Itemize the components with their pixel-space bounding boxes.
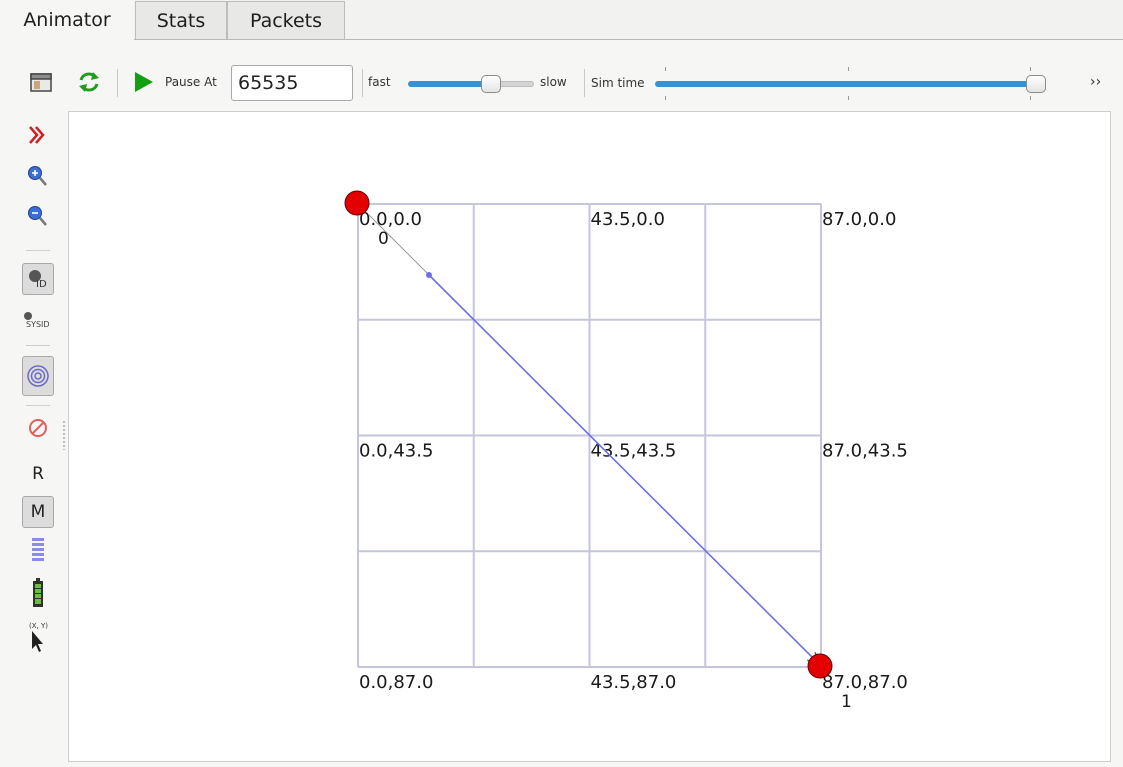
sim-time-tick — [1030, 67, 1031, 71]
side-toolbar-separator — [26, 250, 50, 251]
sim-time-tick — [848, 67, 849, 71]
node-id-label: 1 — [841, 692, 852, 712]
grid-coordinate-label: 0.0,0.0 — [359, 209, 422, 230]
grid-coordinate-label: 87.0,0.0 — [822, 209, 896, 230]
wireless-circles-icon[interactable] — [22, 356, 54, 396]
side-toolbar: ID SYSID R M (X, Y) — [14, 115, 64, 765]
routing-table-icon[interactable] — [22, 534, 54, 566]
grid-coordinate-label: 43.5,0.0 — [591, 209, 665, 230]
sim-time-slider[interactable] — [655, 67, 1046, 101]
show-mac-button[interactable]: M — [22, 496, 54, 528]
node-sysid-icon-text: SYSID — [26, 320, 50, 329]
reload-icon[interactable] — [76, 69, 102, 95]
grid-coordinate-label: 0.0,43.5 — [359, 441, 433, 462]
speed-fast-label: fast — [368, 75, 391, 89]
toolbar-separator — [584, 69, 585, 97]
toolbar-overflow-icon[interactable]: ›› — [1090, 74, 1101, 90]
tab-bar: Animator Stats Packets — [0, 0, 1123, 41]
mouse-position-icon[interactable]: (X, Y) — [22, 619, 54, 657]
sim-time-tick — [665, 67, 666, 71]
no-entry-icon[interactable] — [22, 413, 54, 445]
tab-stats[interactable]: Stats — [135, 1, 227, 39]
node-id-label: 0 — [378, 229, 389, 249]
sim-time-slider-fill — [655, 81, 1035, 87]
toolbar-separator — [117, 69, 118, 97]
battery-icon[interactable] — [22, 576, 54, 608]
grid-coordinate-label: 43.5,87.0 — [591, 672, 677, 693]
sim-time-tick — [1030, 96, 1031, 100]
zoom-out-icon[interactable] — [22, 201, 54, 233]
grid-coordinate-label: 87.0,87.0 — [822, 672, 908, 693]
sim-time-tick — [665, 96, 666, 100]
toolbar-separator — [362, 69, 363, 97]
speed-slider-fill — [408, 81, 486, 87]
sim-time-tick — [848, 96, 849, 100]
node-1[interactable] — [807, 653, 833, 679]
mouse-position-icon-text: (X, Y) — [29, 622, 48, 630]
speed-slider[interactable] — [408, 74, 538, 94]
grid-labels: 0.0,0.0 43.5,0.0 87.0,0.0 0.0,43.5 43.5,43.5… — [359, 209, 908, 693]
tab-packets[interactable]: Packets — [227, 1, 345, 39]
chevron-right-double-icon[interactable] — [22, 121, 54, 153]
node-0[interactable] — [344, 190, 370, 216]
splitter-grip[interactable] — [62, 420, 66, 450]
sim-time-label: Sim time — [591, 76, 645, 90]
side-toolbar-separator — [26, 405, 50, 406]
side-toolbar-separator — [26, 345, 50, 346]
pause-at-label: Pause At — [165, 75, 217, 89]
pause-at-input[interactable] — [231, 65, 353, 101]
packet-arrow — [428, 274, 818, 663]
animator-toolbar: Pause At fast slow Sim time ›› — [0, 41, 1123, 111]
node-id-icon[interactable]: ID — [22, 263, 54, 295]
sim-time-slider-handle[interactable] — [1026, 75, 1046, 93]
grid-coordinate-label: 0.0,87.0 — [359, 672, 433, 693]
speed-slider-handle[interactable] — [481, 75, 501, 93]
grid-coordinate-label: 43.5,43.5 — [591, 441, 677, 462]
packet-dot — [426, 272, 432, 278]
packet-layer — [368, 214, 818, 663]
open-trace-icon[interactable] — [28, 69, 54, 95]
node-sysid-icon[interactable]: SYSID — [22, 307, 54, 339]
node-id-icon-text: ID — [36, 279, 47, 290]
speed-slow-label: slow — [540, 75, 567, 89]
network-scene: 0.0,0.0 43.5,0.0 87.0,0.0 0.0,43.5 43.5,43.5… — [344, 190, 908, 712]
show-ipv4-button[interactable]: R — [22, 459, 54, 491]
play-icon[interactable] — [131, 69, 157, 95]
zoom-in-icon[interactable] — [22, 161, 54, 193]
grid-coordinate-label: 87.0,43.5 — [822, 441, 908, 462]
animator-canvas[interactable]: 0.0,0.0 43.5,0.0 87.0,0.0 0.0,43.5 43.5,43.5… — [68, 111, 1111, 762]
tab-animator[interactable]: Animator — [0, 0, 134, 41]
